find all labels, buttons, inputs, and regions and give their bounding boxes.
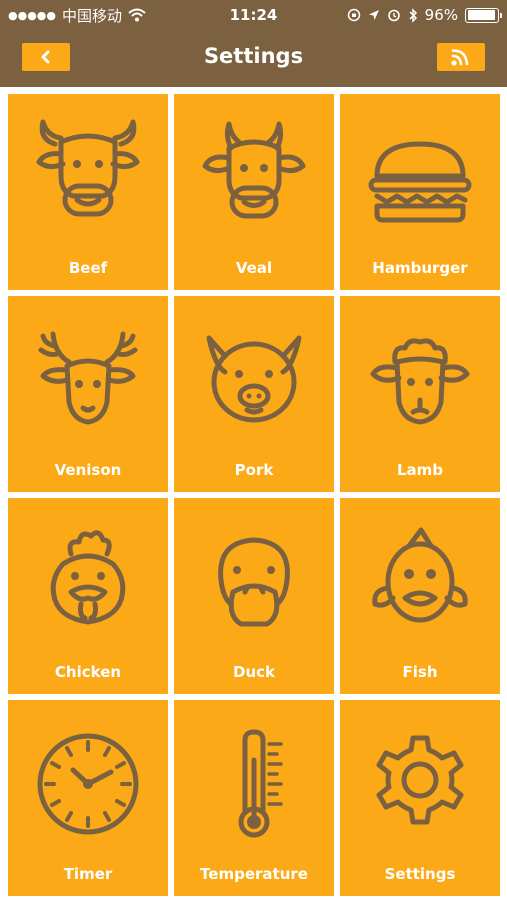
tile-label: Lamb bbox=[396, 461, 444, 479]
status-right: 96% bbox=[347, 6, 502, 24]
tile-label: Beef bbox=[68, 259, 108, 277]
thermometer-icon bbox=[238, 729, 283, 838]
battery-percent: 96% bbox=[424, 6, 458, 24]
hamburger-icon bbox=[368, 141, 472, 223]
deer-icon bbox=[38, 331, 138, 425]
tile-label: Veal bbox=[235, 259, 273, 277]
alarm-icon bbox=[387, 9, 400, 22]
location-arrow-icon bbox=[368, 10, 379, 20]
tile-label: Hamburger bbox=[372, 259, 468, 277]
cow-icon bbox=[36, 119, 140, 217]
pig-icon bbox=[206, 335, 302, 423]
calf-icon bbox=[202, 121, 306, 219]
duck-icon bbox=[218, 537, 290, 627]
bluetooth-icon bbox=[409, 7, 417, 23]
tile-duck[interactable]: Duck bbox=[174, 498, 334, 694]
status-bar: ●●●●● 中国移动 11:24 96% bbox=[0, 0, 507, 30]
tile-label: Chicken bbox=[54, 663, 122, 681]
tile-label: Fish bbox=[402, 663, 438, 681]
tile-pork[interactable]: Pork bbox=[174, 296, 334, 492]
navigation-bar: Settings bbox=[0, 30, 507, 87]
tile-temperature[interactable]: Temperature bbox=[174, 700, 334, 896]
orientation-lock-icon bbox=[347, 8, 360, 22]
page-title: Settings bbox=[203, 44, 304, 68]
gear-icon bbox=[376, 735, 464, 825]
tile-label: Timer bbox=[63, 865, 113, 883]
rss-button[interactable] bbox=[437, 43, 485, 71]
clock-icon bbox=[37, 733, 139, 835]
tile-label: Duck bbox=[233, 663, 275, 681]
chicken-icon bbox=[50, 530, 126, 625]
signal-strength-icon: ●●●●● bbox=[8, 8, 56, 22]
wifi-icon bbox=[128, 8, 146, 22]
fish-icon bbox=[372, 527, 468, 623]
carrier-name: 中国移动 bbox=[62, 6, 123, 25]
category-grid: Beef Veal Hamburger Venison Pork Lamb Ch… bbox=[0, 87, 507, 900]
tile-timer[interactable]: Timer bbox=[8, 700, 168, 896]
tile-label: Pork bbox=[234, 461, 274, 479]
tile-label: Venison bbox=[54, 461, 122, 479]
tile-lamb[interactable]: Lamb bbox=[340, 296, 500, 492]
tile-beef[interactable]: Beef bbox=[8, 94, 168, 290]
tile-hamburger[interactable]: Hamburger bbox=[340, 94, 500, 290]
tile-label: Temperature bbox=[200, 865, 308, 883]
rss-icon bbox=[451, 49, 469, 66]
battery-icon bbox=[465, 7, 502, 23]
sheep-icon bbox=[370, 338, 470, 425]
tile-fish[interactable]: Fish bbox=[340, 498, 500, 694]
tile-settings[interactable]: Settings bbox=[340, 700, 500, 896]
tile-chicken[interactable]: Chicken bbox=[8, 498, 168, 694]
tile-venison[interactable]: Venison bbox=[8, 296, 168, 492]
status-left: ●●●●● 中国移动 bbox=[8, 5, 146, 26]
tile-veal[interactable]: Veal bbox=[174, 94, 334, 290]
tile-label: Settings bbox=[384, 865, 456, 883]
